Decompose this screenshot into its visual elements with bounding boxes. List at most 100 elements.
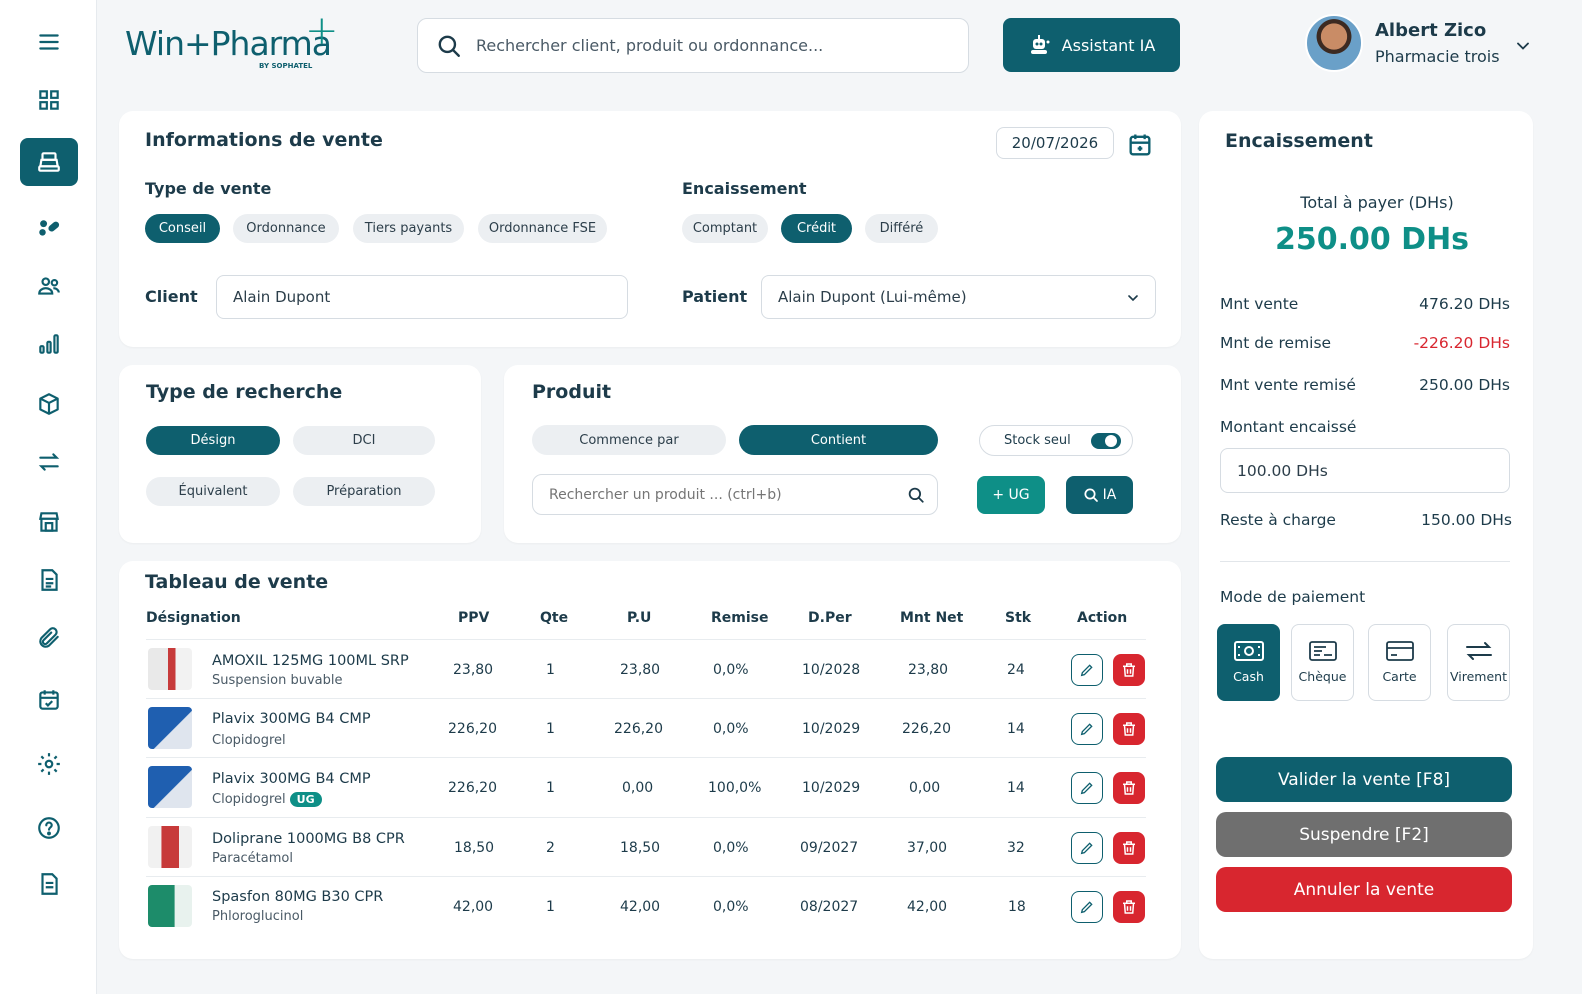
pills-icon[interactable] — [20, 204, 78, 252]
dashboard-icon[interactable] — [20, 76, 78, 124]
user-name: Albert Zico — [1375, 20, 1487, 41]
pencil-icon — [1080, 842, 1093, 855]
cell-mnt-net: 37,00 — [907, 840, 948, 856]
cash-register-icon[interactable] — [20, 138, 78, 186]
sale-type-label: Type de vente — [145, 179, 272, 198]
encaissement-differe[interactable]: Différé — [865, 214, 938, 243]
cell-pu: 0,00 — [622, 780, 654, 796]
delete-button[interactable] — [1113, 772, 1145, 804]
ia-search-label: IA — [1102, 487, 1117, 503]
product-search-field[interactable] — [532, 474, 938, 515]
cell-qte: 1 — [546, 721, 555, 737]
product-mode-contient[interactable]: Contient — [739, 425, 938, 455]
logo-plus-icon: + — [305, 8, 339, 54]
table-row[interactable]: Plavix 300MG B4 CMP Clopidogrel 226,20 1… — [146, 698, 1146, 757]
payment-cash-label: Cash — [1233, 669, 1264, 684]
pencil-icon — [1080, 664, 1093, 677]
menu-icon[interactable] — [20, 18, 78, 66]
edit-button[interactable] — [1071, 654, 1103, 686]
col-stk: Stk — [1005, 610, 1032, 626]
sale-type-conseil[interactable]: Conseil — [145, 214, 220, 243]
cell-dper: 09/2027 — [800, 840, 859, 856]
transfer-icon[interactable] — [20, 438, 78, 486]
toggle-switch[interactable] — [1091, 433, 1121, 449]
delete-button[interactable] — [1113, 832, 1145, 864]
cell-stk: 14 — [1007, 780, 1025, 796]
edit-button[interactable] — [1071, 891, 1103, 923]
global-search[interactable] — [417, 18, 969, 73]
report-icon[interactable] — [20, 860, 78, 908]
paperclip-icon[interactable] — [20, 614, 78, 662]
payment-cash[interactable]: Cash — [1217, 624, 1280, 701]
stats-icon[interactable] — [20, 320, 78, 368]
document-icon[interactable] — [20, 556, 78, 604]
delete-button[interactable] — [1113, 654, 1145, 686]
chevron-down-icon — [1128, 295, 1138, 302]
stock-toggle[interactable]: Stock seul — [979, 425, 1133, 456]
client-field[interactable]: Alain Dupont — [216, 275, 628, 319]
cell-pu: 42,00 — [620, 899, 661, 915]
payment-virement-label: Virement — [1450, 669, 1507, 684]
product-mode-commence[interactable]: Commence par — [532, 425, 726, 455]
montant-encaisse-input[interactable]: 100.00 DHs — [1220, 448, 1510, 493]
chevron-down-icon[interactable] — [1513, 36, 1533, 56]
sale-table-title: Tableau de vente — [145, 571, 329, 593]
reste-label: Reste à charge — [1220, 511, 1336, 529]
pencil-icon — [1080, 782, 1093, 795]
encaissement-comptant[interactable]: Comptant — [682, 214, 768, 243]
payment-virement[interactable]: Virement — [1447, 624, 1510, 701]
table-row[interactable]: Doliprane 1000MG B8 CPR Paracétamol 18,5… — [146, 817, 1146, 876]
cell-ppv: 226,20 — [448, 780, 497, 796]
calendar-picker-icon[interactable] — [1126, 131, 1154, 159]
assistant-ia-button[interactable]: Assistant IA — [1003, 18, 1180, 72]
pencil-icon — [1080, 723, 1093, 736]
suspendre-button[interactable]: Suspendre [F2] — [1216, 812, 1512, 857]
payment-carte-label: Carte — [1382, 669, 1417, 684]
annuler-vente-button[interactable]: Annuler la vente — [1216, 867, 1512, 912]
payment-cheque[interactable]: Chèque — [1291, 624, 1354, 701]
valider-vente-button[interactable]: Valider la vente [F8] — [1216, 757, 1512, 802]
global-search-input[interactable] — [476, 36, 936, 55]
sale-type-ordonnance[interactable]: Ordonnance — [233, 214, 339, 243]
cell-stk: 32 — [1007, 840, 1025, 856]
payment-carte[interactable]: Carte — [1368, 624, 1431, 701]
cell-pu: 226,20 — [614, 721, 663, 737]
ia-search-button[interactable]: IA — [1066, 476, 1133, 514]
table-row[interactable]: Spasfon 80MG B30 CPR Phloroglucinol 42,0… — [146, 876, 1146, 935]
help-icon[interactable] — [20, 804, 78, 852]
search-type-dci[interactable]: DCI — [293, 426, 435, 455]
sale-type-ordonnance-fse[interactable]: Ordonnance FSE — [478, 214, 607, 243]
sale-type-tiers-payants[interactable]: Tiers payants — [353, 214, 464, 243]
product-search-input[interactable] — [549, 486, 889, 503]
divider — [1220, 561, 1510, 562]
cell-dper: 08/2027 — [800, 899, 859, 915]
edit-button[interactable] — [1071, 713, 1103, 745]
box-icon[interactable] — [20, 380, 78, 428]
search-type-design[interactable]: Désign — [146, 426, 280, 455]
settings-icon[interactable] — [20, 740, 78, 788]
delete-button[interactable] — [1113, 891, 1145, 923]
avatar[interactable] — [1305, 14, 1363, 72]
calendar-icon[interactable] — [20, 676, 78, 724]
edit-button[interactable] — [1071, 772, 1103, 804]
table-row[interactable]: Plavix 300MG B4 CMP Clopidogrel UG 226,20… — [146, 757, 1146, 816]
add-ug-button[interactable]: + UG — [977, 476, 1045, 514]
users-icon[interactable] — [20, 262, 78, 310]
encaissement-credit[interactable]: Crédit — [781, 214, 852, 243]
col-mnt-net: Mnt Net — [900, 610, 964, 626]
logo: Win+Pharma + BY SOPHATEL — [125, 8, 345, 78]
user-organization: Pharmacie trois — [1375, 47, 1500, 66]
patient-select[interactable]: Alain Dupont (Lui-même) — [761, 275, 1156, 319]
store-icon[interactable] — [20, 498, 78, 546]
cell-dper: 10/2029 — [802, 780, 861, 796]
edit-button[interactable] — [1071, 832, 1103, 864]
ug-badge: UG — [289, 792, 322, 807]
search-type-preparation[interactable]: Préparation — [293, 477, 435, 506]
sale-date-field[interactable]: 20/07/2026 — [996, 127, 1114, 159]
pencil-icon — [1080, 901, 1093, 914]
trash-icon — [1123, 781, 1135, 795]
cash-icon — [1233, 641, 1264, 661]
search-type-equivalent[interactable]: Équivalent — [146, 477, 280, 506]
delete-button[interactable] — [1113, 713, 1145, 745]
table-row[interactable]: AMOXIL 125MG 100ML SRP Suspension buvabl… — [146, 639, 1146, 698]
